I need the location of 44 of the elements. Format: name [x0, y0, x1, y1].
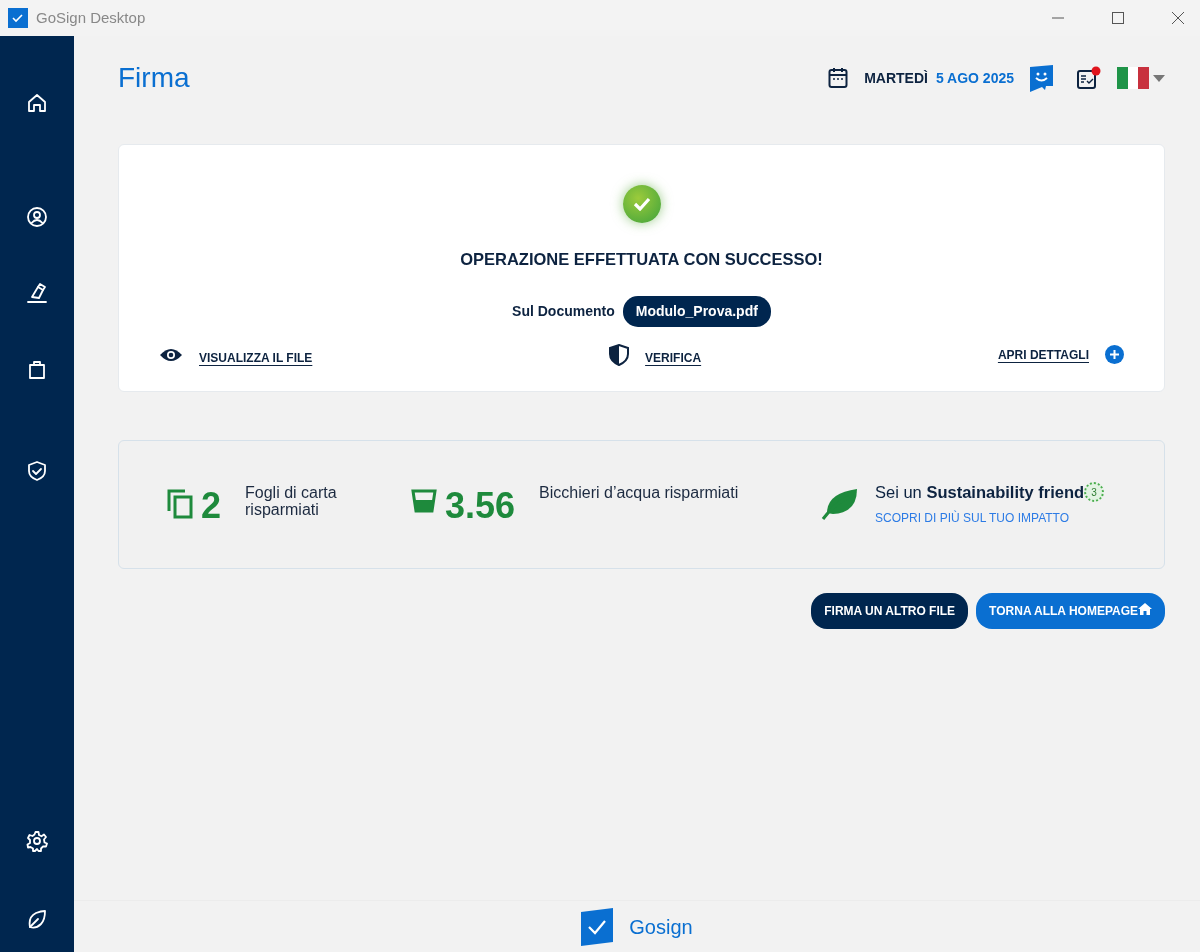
homepage-button[interactable]: TORNA ALLA HOMEPAGE	[976, 592, 1165, 629]
saving-label: Fogli di carta risparmiati	[245, 484, 338, 519]
action-link[interactable]: VISUALIZZA IL FILE	[199, 348, 313, 367]
success-message: OPERAZIONE EFFETTUATA CON SUCCESSO!	[460, 249, 823, 270]
checklist-icon[interactable]	[1077, 66, 1101, 90]
sustainability-text: Sei un Sustainability friend	[875, 482, 1085, 501]
sign-another-button[interactable]: FIRMA UN ALTRO FILE	[811, 592, 969, 629]
action-link[interactable]: APRI DETTAGLI	[997, 345, 1089, 364]
leaf-icon[interactable]	[26, 908, 48, 930]
caret-icon[interactable]	[1153, 74, 1165, 82]
page-title: Firma	[118, 61, 190, 95]
saving-label: Bicchieri d’acqua risparmiati	[539, 484, 739, 502]
document-label: Sul Documento	[512, 301, 615, 321]
home-icon	[1138, 602, 1152, 615]
home-icon[interactable]	[26, 92, 48, 114]
app-logo-icon	[8, 8, 28, 28]
weekday-label: MARTEDÌ	[864, 68, 928, 88]
shield-icon[interactable]	[609, 343, 630, 366]
copy-icon	[167, 488, 193, 519]
saving-value: 3.56	[445, 487, 516, 524]
eye-icon[interactable]	[159, 346, 183, 363]
pen-icon[interactable]	[26, 282, 48, 304]
italian-flag-icon[interactable]	[1117, 67, 1149, 89]
glass-icon	[411, 488, 437, 513]
action-link[interactable]: VERIFICA	[645, 348, 702, 367]
close-icon[interactable]	[1172, 12, 1184, 24]
plus-icon[interactable]	[1105, 345, 1124, 365]
gosign-logo-icon	[581, 907, 614, 946]
maximize-icon[interactable]	[1112, 12, 1124, 24]
brand-name: Gosign	[629, 914, 693, 940]
chat-smiley-icon[interactable]	[1030, 64, 1053, 92]
success-check-icon	[622, 185, 661, 223]
user-icon[interactable]	[26, 206, 48, 228]
calendar-icon	[828, 67, 849, 89]
shopping-bag-icon[interactable]	[26, 358, 48, 380]
impact-link[interactable]: SCOPRI DI PIÙ SUL TUO IMPATTO	[875, 508, 1070, 527]
window-title: GoSign Desktop	[36, 7, 146, 28]
saving-value: 2	[201, 487, 222, 524]
date-label: 5 AGO 2025	[935, 68, 1014, 88]
level-badge: 3	[1084, 482, 1105, 503]
shield-check-icon[interactable]	[26, 460, 48, 482]
document-name-tag: Modulo_Prova.pdf	[622, 295, 771, 327]
leaf-icon	[821, 487, 859, 522]
settings-icon[interactable]	[26, 830, 48, 852]
